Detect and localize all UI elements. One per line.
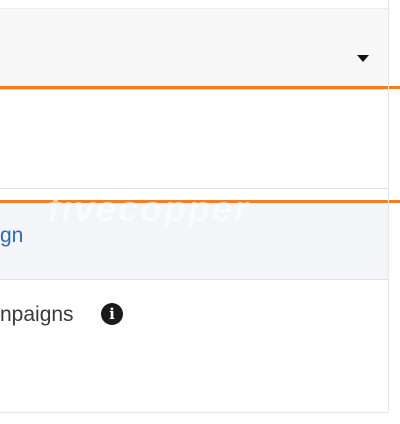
empty-row (0, 92, 388, 189)
form-panel: gn npaigns i fivecopper (0, 0, 400, 424)
info-icon[interactable]: i (101, 303, 123, 325)
campaigns-label: npaigns (0, 303, 74, 326)
campaign-select-dropdown[interactable] (0, 9, 388, 90)
highlight-line-top (0, 86, 400, 89)
campaign-link[interactable]: gn (0, 224, 23, 248)
bottom-divider (0, 412, 388, 413)
right-border (388, 0, 389, 412)
watermark: fivecopper (48, 188, 251, 229)
caret-down-icon[interactable] (357, 55, 369, 62)
